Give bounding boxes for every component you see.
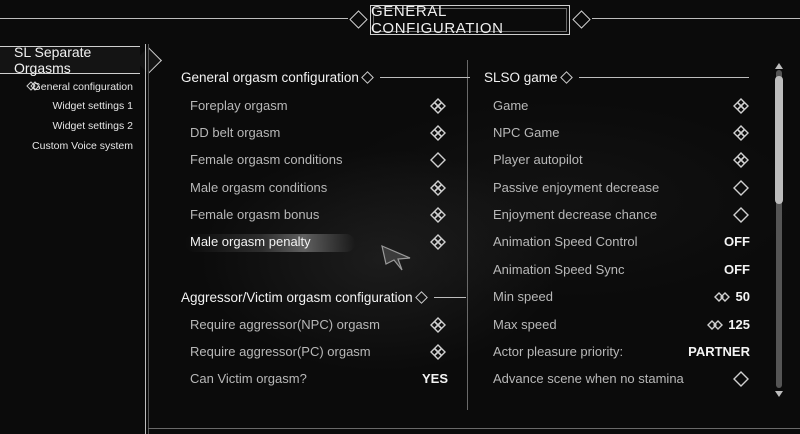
section-title: SLSO game bbox=[484, 70, 558, 85]
section-arrow-icon bbox=[414, 291, 428, 304]
bottom-border bbox=[148, 428, 800, 429]
checkbox-checked-icon[interactable] bbox=[430, 207, 446, 223]
option-foreplay-orgasm[interactable]: Foreplay orgasm bbox=[190, 96, 288, 116]
checkbox-checked-icon[interactable] bbox=[430, 344, 446, 360]
option-can-victim-orgasm[interactable]: Can Victim orgasm? bbox=[190, 369, 307, 389]
sidebar-item-custom-voice-system[interactable]: Custom Voice system bbox=[32, 140, 133, 152]
checkbox-checked-icon[interactable] bbox=[430, 317, 446, 333]
column-divider bbox=[467, 60, 468, 410]
value-animation-speed-sync[interactable]: OFF bbox=[690, 260, 750, 280]
scroll-up-icon[interactable] bbox=[774, 62, 784, 70]
section-line bbox=[578, 77, 749, 78]
value-max-speed[interactable]: 125 bbox=[722, 315, 750, 335]
slider-icon bbox=[714, 292, 730, 302]
checkbox-checked-icon[interactable] bbox=[733, 125, 749, 141]
option-player-autopilot[interactable]: Player autopilot bbox=[493, 150, 583, 170]
section-line bbox=[433, 297, 466, 298]
option-require-aggressor-npc-orgasm[interactable]: Require aggressor(NPC) orgasm bbox=[190, 315, 380, 335]
value-can-victim-orgasm[interactable]: YES bbox=[400, 369, 448, 389]
section-title: General orgasm configuration bbox=[181, 70, 359, 85]
page-title-box: GENERAL CONFIGURATION bbox=[370, 3, 570, 37]
option-animation-speed-sync[interactable]: Animation Speed Sync bbox=[493, 260, 625, 280]
option-require-aggressor-pc-orgasm[interactable]: Require aggressor(PC) orgasm bbox=[190, 342, 371, 362]
value-min-speed[interactable]: 50 bbox=[730, 287, 750, 307]
option-actor-pleasure-priority[interactable]: Actor pleasure priority: bbox=[493, 342, 623, 362]
section-line bbox=[379, 77, 470, 78]
section-arrow-icon bbox=[360, 71, 374, 84]
option-game[interactable]: Game bbox=[493, 96, 528, 116]
option-male-orgasm-penalty[interactable]: Male orgasm penalty bbox=[190, 232, 311, 252]
option-min-speed[interactable]: Min speed bbox=[493, 287, 553, 307]
value-animation-speed-control[interactable]: OFF bbox=[690, 232, 750, 252]
option-male-orgasm-conditions[interactable]: Male orgasm conditions bbox=[190, 178, 327, 198]
header-line-left bbox=[0, 18, 348, 19]
section-arrow-icon bbox=[559, 71, 573, 84]
sidebar-divider-inner bbox=[148, 44, 149, 434]
checkbox-checked-icon[interactable] bbox=[733, 98, 749, 114]
cursor-arrow-icon bbox=[381, 244, 411, 271]
checkbox-checked-icon[interactable] bbox=[430, 98, 446, 114]
checkbox-unchecked-icon[interactable] bbox=[733, 371, 749, 387]
section-title: Aggressor/Victim orgasm configuration bbox=[181, 290, 413, 305]
header-line-right bbox=[592, 18, 800, 19]
sidebar-item-widget-settings-2[interactable]: Widget settings 2 bbox=[52, 120, 133, 132]
scroll-down-icon[interactable] bbox=[774, 390, 784, 398]
option-npc-game[interactable]: NPC Game bbox=[493, 123, 559, 143]
checkbox-checked-icon[interactable] bbox=[430, 125, 446, 141]
section-header-slso-game: SLSO game bbox=[484, 70, 749, 85]
checkbox-unchecked-icon[interactable] bbox=[733, 207, 749, 223]
option-animation-speed-control[interactable]: Animation Speed Control bbox=[493, 232, 638, 252]
checkbox-unchecked-icon[interactable] bbox=[733, 180, 749, 196]
mod-title[interactable]: SL Separate Orgasms bbox=[0, 44, 140, 76]
section-header-general-orgasm: General orgasm configuration bbox=[181, 70, 470, 85]
checkbox-checked-icon[interactable] bbox=[430, 180, 446, 196]
option-female-orgasm-bonus[interactable]: Female orgasm bonus bbox=[190, 205, 319, 225]
sidebar-item-widget-settings-1[interactable]: Widget settings 1 bbox=[52, 100, 133, 112]
option-dd-belt-orgasm[interactable]: DD belt orgasm bbox=[190, 123, 280, 143]
value-actor-pleasure-priority[interactable]: PARTNER bbox=[670, 342, 750, 362]
sidebar-divider bbox=[145, 44, 146, 434]
option-advance-scene-no-stamina[interactable]: Advance scene when no stamina bbox=[493, 369, 684, 389]
checkbox-checked-icon[interactable] bbox=[733, 152, 749, 168]
option-enjoyment-decrease-chance[interactable]: Enjoyment decrease chance bbox=[493, 205, 657, 225]
checkbox-checked-icon[interactable] bbox=[430, 234, 446, 250]
option-max-speed[interactable]: Max speed bbox=[493, 315, 557, 335]
page-title: GENERAL CONFIGURATION bbox=[371, 3, 504, 37]
checkbox-unchecked-icon[interactable] bbox=[430, 152, 446, 168]
section-header-aggressor-victim: Aggressor/Victim orgasm configuration bbox=[181, 290, 466, 305]
sidebar: SL Separate Orgasms General configuratio… bbox=[0, 44, 162, 434]
option-female-orgasm-conditions[interactable]: Female orgasm conditions bbox=[190, 150, 342, 170]
option-passive-enjoyment-decrease[interactable]: Passive enjoyment decrease bbox=[493, 178, 659, 198]
scrollbar-thumb[interactable] bbox=[775, 76, 783, 204]
sidebar-item-general-configuration[interactable]: General configuration bbox=[33, 81, 133, 93]
